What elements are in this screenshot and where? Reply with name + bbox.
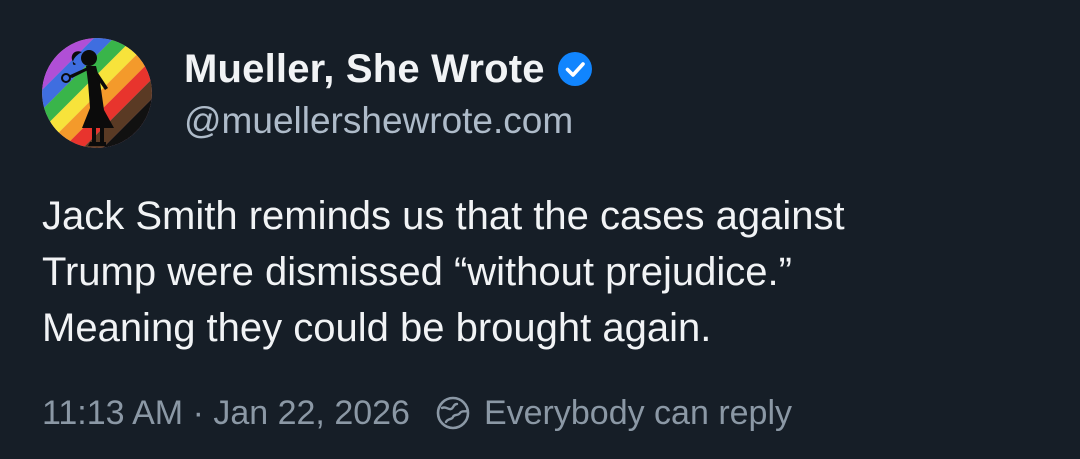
author-handle[interactable]: @muellershewrote.com	[184, 100, 573, 142]
post-text: Jack Smith reminds us that the cases aga…	[42, 188, 1042, 356]
author-display-name[interactable]: Mueller, She Wrote	[184, 47, 545, 92]
post-timestamp[interactable]: 11:13 AM · Jan 22, 2026	[42, 394, 410, 433]
post-text-line: Trump were dismissed “without prejudice.…	[42, 250, 792, 294]
post-card: Mueller, She Wrote @muellershewrote.com …	[0, 0, 1080, 459]
author-name-row: Mueller, She Wrote	[184, 44, 593, 94]
post-meta: 11:13 AM · Jan 22, 2026 Everybody can re…	[42, 390, 792, 436]
reply-setting-label: Everybody can reply	[483, 393, 793, 432]
post-text-line: Meaning they could be brought again.	[42, 306, 712, 350]
verified-badge-icon[interactable]	[557, 51, 593, 87]
rainbow-silhouette-avatar-icon	[42, 38, 152, 148]
author-avatar[interactable]	[42, 38, 152, 148]
reply-settings-icon	[436, 396, 470, 430]
post-text-line: Jack Smith reminds us that the cases aga…	[42, 194, 845, 238]
